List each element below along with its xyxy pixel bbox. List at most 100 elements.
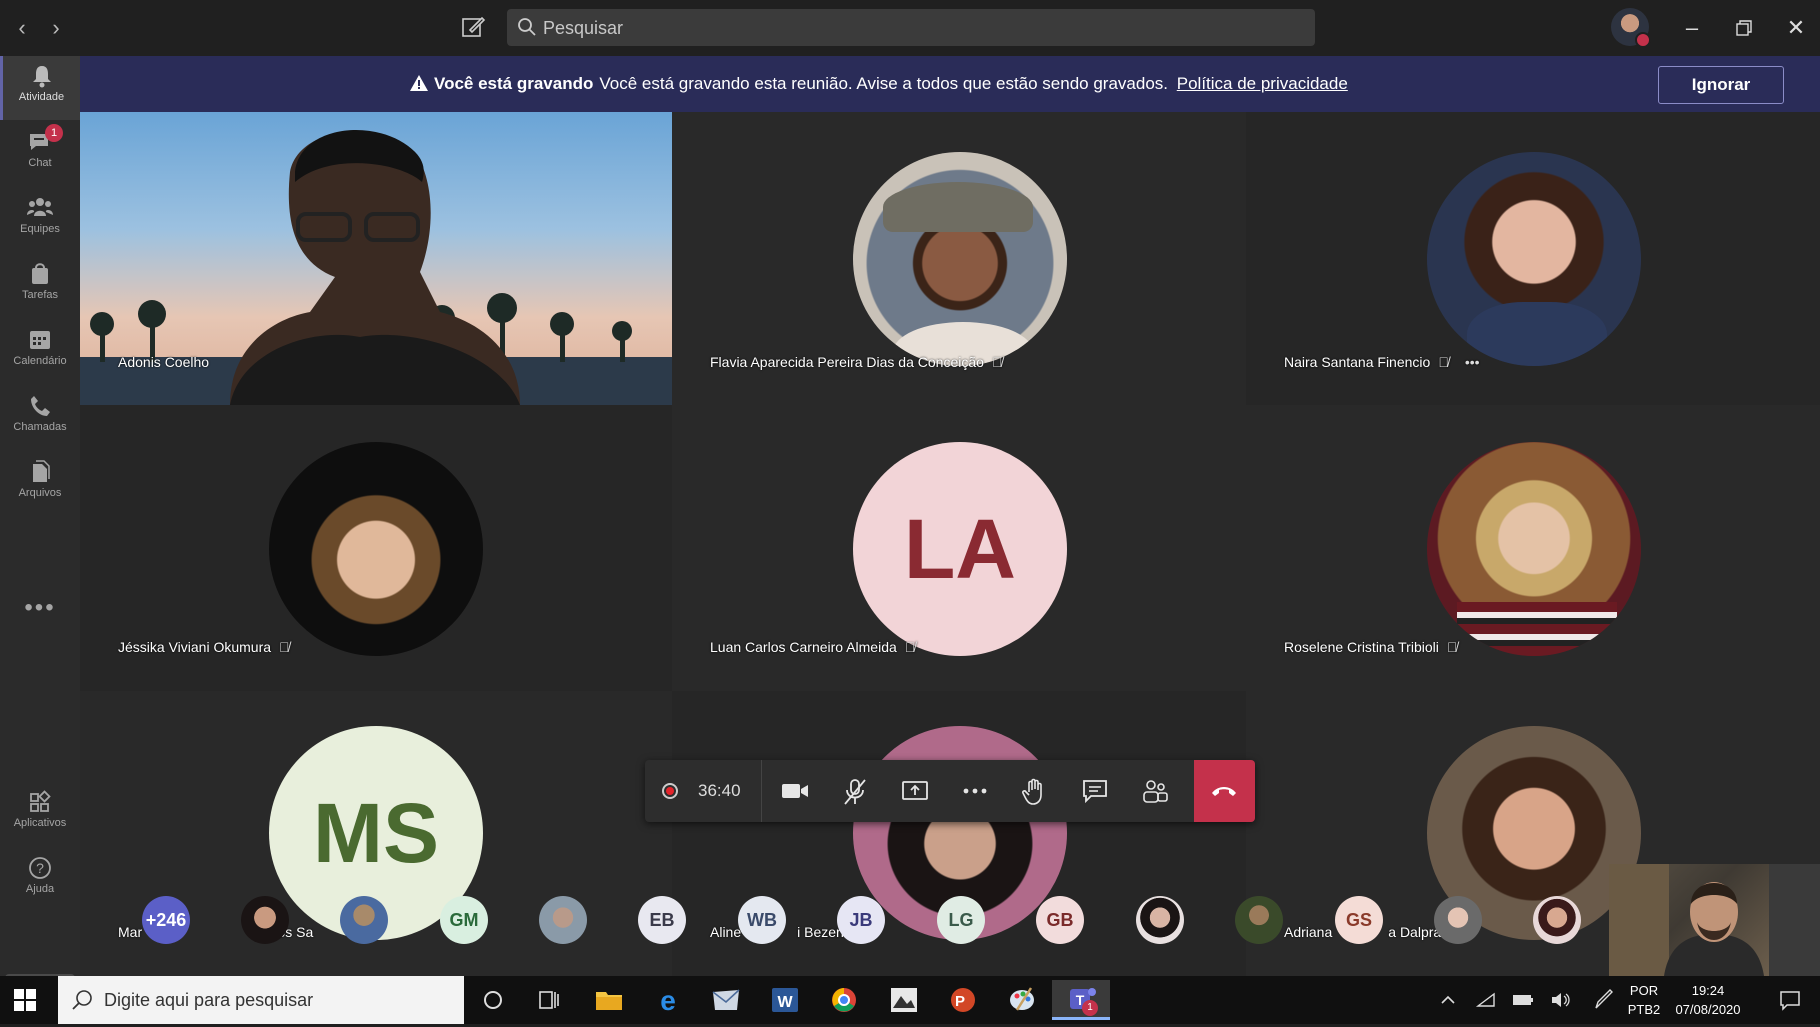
system-clock[interactable]: 19:24 07/08/2020 <box>1666 981 1750 1019</box>
divider <box>761 760 762 822</box>
strip-participant-photo[interactable] <box>340 896 388 944</box>
strip-participant-photo[interactable] <box>1533 896 1581 944</box>
strip-participant-photo[interactable] <box>1434 896 1482 944</box>
video-tile-luan[interactable]: LA Luan Carlos Carneiro Almeida 🎙̸ <box>672 405 1246 691</box>
rail-item-help[interactable]: ? Ajuda <box>0 848 80 912</box>
more-options-icon[interactable]: ••• <box>1465 354 1480 370</box>
rail-item-calendar[interactable]: Calendário <box>0 320 80 384</box>
search-placeholder: Pesquisar <box>543 18 624 38</box>
privacy-policy-link[interactable]: Política de privacidade <box>1177 74 1348 93</box>
video-tile-roselene[interactable]: Roselene Cristina Tribioli 🎙̸ <box>1246 405 1820 691</box>
rail-item-apps[interactable]: Aplicativos <box>0 782 80 846</box>
video-tile-adonis[interactable]: Adonis Coelho <box>80 112 672 405</box>
strip-initials-avatar[interactable]: LG <box>937 896 985 944</box>
restore-icon[interactable] <box>1726 10 1762 46</box>
rail-item-activity[interactable]: Atividade <box>0 56 80 120</box>
video-tile-flavia[interactable]: Flavia Aparecida Pereira Dias da Conceiç… <box>672 112 1246 405</box>
share-screen-icon <box>902 781 928 800</box>
minimize-icon[interactable]: – <box>1674 10 1710 46</box>
video-tile-naira[interactable]: Naira Santana Finencio 🎙̸ ••• <box>1246 112 1820 405</box>
paint-icon[interactable] <box>995 980 1049 1020</box>
hang-up-button[interactable] <box>1194 760 1255 822</box>
raise-hand-button[interactable] <box>1004 760 1064 822</box>
notifications-icon[interactable] <box>1770 976 1810 1024</box>
powerpoint-icon[interactable]: P <box>936 980 990 1020</box>
mic-muted-icon: 🎙̸ <box>1446 639 1458 655</box>
share-screen-button[interactable] <box>884 760 944 822</box>
help-icon: ? <box>29 857 51 879</box>
warning-icon <box>410 56 428 112</box>
chat-badge: 1 <box>45 124 63 142</box>
rail-label: Chat <box>28 157 52 169</box>
taskbar-search-input[interactable]: Digite aqui para pesquisar <box>58 976 464 1024</box>
strip-participant-photo[interactable] <box>1235 896 1283 944</box>
strip-initials-avatar[interactable]: EB <box>638 896 686 944</box>
pen-icon[interactable] <box>1590 976 1616 1024</box>
overflow-participants-count[interactable]: +246 <box>142 896 190 944</box>
video-tile-jessika[interactable]: Jéssika Viviani Okumura 🎙̸ <box>80 405 672 691</box>
mute-button[interactable] <box>824 760 884 822</box>
battery-icon[interactable] <box>1510 976 1536 1024</box>
strip-initials-avatar[interactable]: GB <box>1036 896 1084 944</box>
forward-arrow-icon[interactable]: › <box>42 14 70 42</box>
calendar-icon <box>30 331 50 349</box>
participant-photo <box>853 152 1067 366</box>
mic-muted-icon: 🎙̸ <box>991 354 1003 370</box>
files-icon <box>33 460 50 482</box>
strip-initials-avatar[interactable]: GM <box>440 896 488 944</box>
task-view-icon[interactable] <box>522 980 576 1020</box>
edge-icon[interactable]: e <box>641 980 695 1020</box>
rail-label: Chamadas <box>13 421 67 433</box>
taskbar-search-placeholder: Digite aqui para pesquisar <box>104 990 314 1010</box>
strip-initials-avatar[interactable]: GS <box>1335 896 1383 944</box>
rail-item-tasks[interactable]: Tarefas <box>0 254 80 318</box>
windows-start-icon[interactable] <box>14 989 36 1011</box>
participant-photo <box>269 442 483 656</box>
record-icon <box>662 783 678 799</box>
camera-button[interactable] <box>764 760 824 822</box>
chrome-icon[interactable] <box>817 980 871 1020</box>
strip-initials-avatar[interactable]: WB <box>738 896 786 944</box>
clock-time: 19:24 <box>1691 983 1725 998</box>
search-input[interactable]: Pesquisar <box>507 9 1315 46</box>
camera-icon <box>782 784 808 798</box>
svg-text:?: ? <box>36 860 44 876</box>
cortana-icon[interactable] <box>466 980 520 1020</box>
rail-label: Tarefas <box>21 289 59 301</box>
rail-item-files[interactable]: Arquivos <box>0 452 80 516</box>
search-icon <box>72 990 92 1010</box>
user-avatar[interactable] <box>1611 8 1651 48</box>
strip-participant-photo[interactable] <box>1136 896 1184 944</box>
mail-app-icon[interactable] <box>699 980 753 1020</box>
word-icon[interactable]: W <box>758 980 812 1020</box>
banner-message: Você está gravando Você está gravando est… <box>410 56 1348 112</box>
photos-app-icon[interactable] <box>877 980 931 1020</box>
more-actions-button[interactable] <box>944 760 1004 822</box>
strip-participant-photo[interactable] <box>539 896 587 944</box>
participant-name-text: Mar <box>118 924 143 940</box>
self-video-preview[interactable] <box>1609 864 1820 976</box>
input-language[interactable]: POR PTB2 <box>1624 981 1664 1019</box>
strip-participant-photo[interactable] <box>241 896 289 944</box>
rail-item-teams[interactable]: Equipes <box>0 188 80 252</box>
close-icon[interactable]: ✕ <box>1778 10 1814 46</box>
wifi-icon[interactable] <box>1474 976 1498 1024</box>
back-arrow-icon[interactable]: ‹ <box>8 14 36 42</box>
strip-initials-avatar[interactable]: JB <box>837 896 885 944</box>
compose-icon[interactable] <box>458 12 488 42</box>
rail-item-calls[interactable]: Chamadas <box>0 386 80 450</box>
participants-icon <box>1143 780 1168 803</box>
tray-chevron-icon[interactable] <box>1436 976 1460 1024</box>
ignore-button[interactable]: Ignorar <box>1658 66 1784 104</box>
apps-icon <box>30 790 51 812</box>
volume-icon[interactable] <box>1548 976 1574 1024</box>
file-explorer-icon[interactable] <box>582 980 636 1020</box>
rail-label: Ajuda <box>25 883 55 895</box>
mic-muted-icon: 🎙̸ <box>904 639 916 655</box>
chat-button[interactable] <box>1064 760 1124 822</box>
more-apps-icon[interactable]: ••• <box>0 594 80 622</box>
teams-taskbar-icon[interactable]: T 1 <box>1052 980 1110 1020</box>
participants-button[interactable] <box>1124 760 1184 822</box>
rail-item-chat[interactable]: 1 Chat <box>0 122 80 186</box>
svg-text:P: P <box>955 993 965 1010</box>
